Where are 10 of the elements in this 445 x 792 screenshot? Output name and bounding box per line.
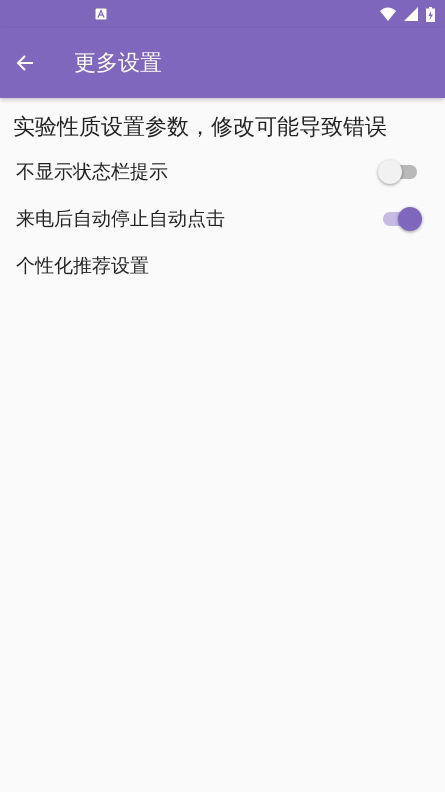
- wifi-icon: [380, 7, 396, 21]
- warning-text: 实验性质设置参数，修改可能导致错误: [12, 114, 388, 142]
- setting-label: 不显示状态栏提示: [16, 160, 169, 184]
- back-arrow-icon[interactable]: [16, 54, 34, 72]
- app-bar-title: 更多设置: [74, 50, 162, 78]
- keyboard-icon: [95, 8, 107, 20]
- battery-icon: [426, 6, 435, 22]
- setting-label[interactable]: 个性化推荐设置: [16, 252, 421, 278]
- setting-label: 来电后自动停止自动点击: [16, 206, 226, 232]
- signal-icon: [404, 7, 418, 21]
